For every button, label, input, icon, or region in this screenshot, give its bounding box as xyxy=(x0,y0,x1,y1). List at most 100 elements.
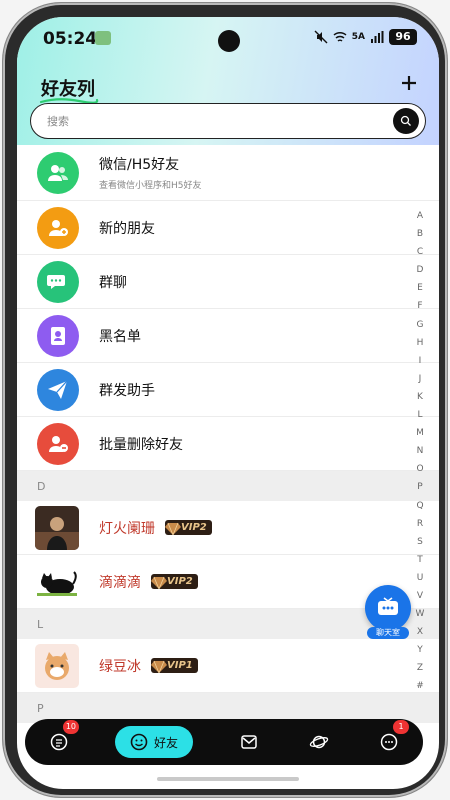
menu-item-batch-delete[interactable]: 批量删除好友 xyxy=(17,417,439,471)
menu-item-blacklist[interactable]: 黑名单 xyxy=(17,309,439,363)
vip-label: VIP2 xyxy=(181,522,207,533)
friend-row[interactable]: 灯火阑珊 VIP2 xyxy=(17,501,439,555)
notification-icon xyxy=(95,31,111,45)
tab-friends[interactable]: 好友 xyxy=(115,726,193,758)
index-letter[interactable]: T xyxy=(417,551,423,569)
diamond-icon xyxy=(151,576,167,589)
vip-label: VIP1 xyxy=(167,660,193,671)
status-bar: 05:24 5A 96 xyxy=(17,17,439,57)
index-letter[interactable]: S xyxy=(417,533,423,551)
index-letter[interactable]: H xyxy=(417,334,424,352)
index-letter[interactable]: P xyxy=(417,478,422,496)
vip-label: VIP2 xyxy=(167,576,193,587)
menu-item-label: 微信/H5好友 xyxy=(99,157,180,173)
wifi-icon xyxy=(333,31,347,42)
paper-plane-icon xyxy=(37,368,79,411)
avatar xyxy=(35,505,79,550)
index-letter[interactable]: B xyxy=(417,225,423,243)
index-letter[interactable]: M xyxy=(416,424,424,442)
search-input[interactable] xyxy=(47,114,393,128)
friend-row[interactable]: 绿豆冰 VIP1 xyxy=(17,639,439,693)
index-letter[interactable]: E xyxy=(417,279,423,297)
document-icon xyxy=(50,733,68,751)
battery-indicator: 96 xyxy=(389,29,417,45)
diamond-icon xyxy=(165,522,181,535)
chat-icon xyxy=(380,733,398,751)
app-screen: 05:24 5A 96 好友列 搜索 微信/H5好友 查看微信小程序和H5好友 … xyxy=(17,17,439,789)
vip-badge: VIP2 xyxy=(165,520,212,535)
tab-mail[interactable] xyxy=(235,728,263,756)
menu-item-label: 新的朋友 xyxy=(99,220,155,237)
index-letter[interactable]: W xyxy=(416,605,425,623)
friend-name: 绿豆冰 xyxy=(99,658,141,675)
index-letter[interactable]: C xyxy=(417,243,423,261)
search-button[interactable] xyxy=(393,108,419,134)
index-letter[interactable]: F xyxy=(417,297,422,315)
tab-messages[interactable]: 10 xyxy=(45,720,79,756)
tab-friends-label: 好友 xyxy=(153,735,178,750)
index-letter[interactable]: X xyxy=(417,623,423,641)
friend-name: 灯火阑珊 xyxy=(99,520,155,537)
bottom-tab-bar: 10 好友 1 xyxy=(25,719,423,765)
menu-item-label: 群聊 xyxy=(99,274,127,291)
alphabet-index: A B C D E F G H I J K L M N O P Q R S T … xyxy=(413,207,427,696)
phone-frame: 05:24 5A 96 好友列 搜索 微信/H5好友 查看微信小程序和H5好友 … xyxy=(3,3,447,797)
menu-item-group-chat[interactable]: 群聊 xyxy=(17,255,439,309)
vip-badge: VIP1 xyxy=(151,658,198,673)
signal-icon xyxy=(371,31,384,43)
friend-name: 滴滴滴 xyxy=(99,574,141,591)
chat-bubbles-icon xyxy=(37,260,79,303)
index-letter[interactable]: R xyxy=(417,515,423,533)
index-letter[interactable]: Z xyxy=(417,659,423,677)
avatar xyxy=(35,559,79,604)
menu-item-wechat-friends[interactable]: 微信/H5好友 查看微信小程序和H5好友 xyxy=(17,145,439,201)
index-letter[interactable]: A xyxy=(417,207,423,225)
index-letter[interactable]: D xyxy=(417,261,424,279)
index-letter[interactable]: N xyxy=(417,442,424,460)
menu-item-broadcast[interactable]: 群发助手 xyxy=(17,363,439,417)
status-time: 05:24 xyxy=(43,29,98,49)
index-letter[interactable]: Y xyxy=(417,641,423,659)
diamond-icon xyxy=(151,660,167,673)
menu-item-label: 黑名单 xyxy=(99,328,141,345)
unread-badge: 10 xyxy=(62,720,79,734)
vip-badge: VIP2 xyxy=(151,574,198,589)
mail-icon xyxy=(241,735,257,749)
index-letter[interactable]: O xyxy=(416,460,423,478)
remove-user-icon xyxy=(37,422,79,465)
network-label: 5A xyxy=(351,32,365,42)
smile-icon xyxy=(130,733,148,751)
section-header-d: D xyxy=(17,471,439,501)
tab-chat[interactable]: 1 xyxy=(375,720,409,756)
users-icon xyxy=(37,151,79,194)
front-camera xyxy=(218,30,240,52)
index-letter[interactable]: # xyxy=(416,677,424,695)
planet-icon xyxy=(309,735,329,749)
index-letter[interactable]: K xyxy=(417,388,423,406)
status-icons: 5A 96 xyxy=(314,29,417,45)
search-icon xyxy=(400,115,411,126)
id-badge-icon xyxy=(37,314,79,357)
add-friend-icon xyxy=(37,206,79,249)
add-friend-button[interactable] xyxy=(397,73,421,97)
menu-item-label: 批量删除好友 xyxy=(99,436,183,453)
avatar xyxy=(35,643,79,688)
menu-item-new-friends[interactable]: 新的朋友 xyxy=(17,201,439,255)
chat-room-button[interactable] xyxy=(365,585,411,631)
index-letter[interactable]: I xyxy=(419,352,422,370)
chat-room-label: 聊天室 xyxy=(367,627,409,639)
index-letter[interactable]: Q xyxy=(416,497,423,515)
index-letter[interactable]: J xyxy=(419,370,422,388)
tab-discover[interactable] xyxy=(305,728,333,756)
menu-item-sublabel: 查看微信小程序和H5好友 xyxy=(99,181,202,191)
search-bar xyxy=(30,103,426,139)
plus-icon xyxy=(402,76,416,90)
mute-icon xyxy=(314,30,328,44)
home-indicator xyxy=(157,777,299,781)
index-letter[interactable]: V xyxy=(417,587,423,605)
index-letter[interactable]: U xyxy=(417,569,424,587)
unread-badge: 1 xyxy=(393,720,409,734)
index-letter[interactable]: L xyxy=(417,406,422,424)
index-letter[interactable]: G xyxy=(417,316,424,334)
menu-item-label: 群发助手 xyxy=(99,382,155,399)
